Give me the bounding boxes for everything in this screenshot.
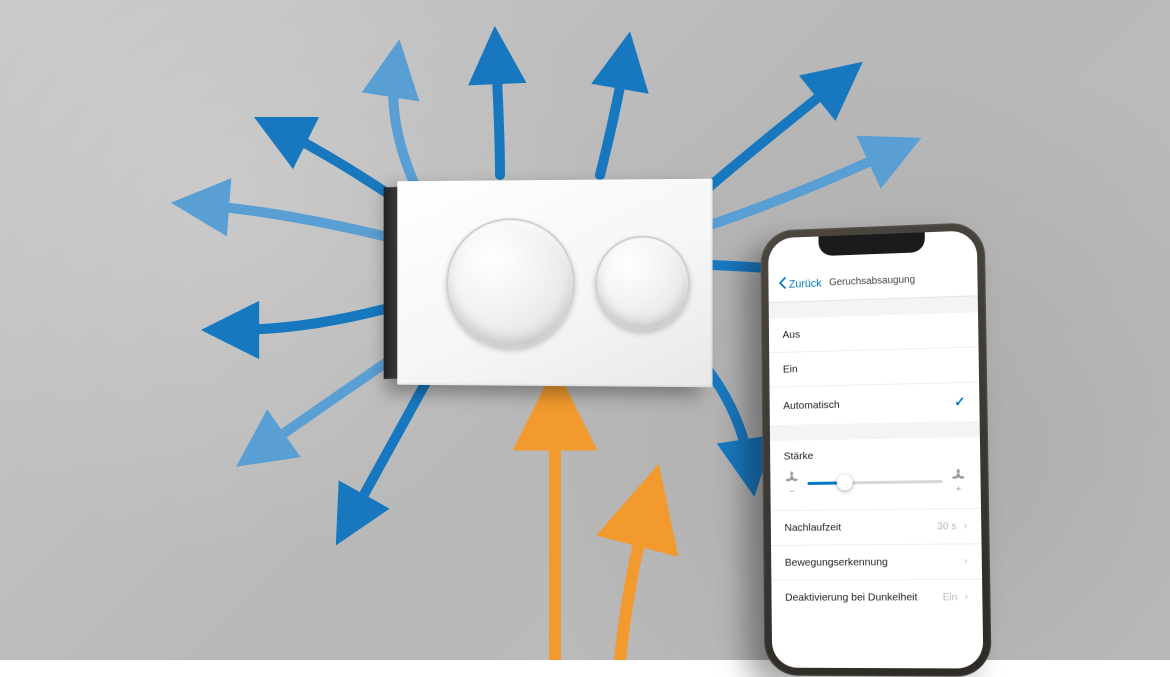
fan-plus-icon[interactable]: + — [950, 468, 967, 494]
chevron-right-icon: › — [964, 556, 968, 568]
mode-off-label: Aus — [782, 329, 800, 341]
mode-on-label: Ein — [783, 363, 798, 375]
flush-actuator-plate — [397, 179, 712, 388]
mode-option-on[interactable]: Ein — [769, 347, 979, 387]
darkness-label: Deaktivierung bei Dunkelheit — [785, 591, 917, 603]
back-label: Zurück — [789, 277, 822, 290]
mode-auto-label: Automatisch — [783, 399, 840, 412]
product-scene: Zurück Geruchsabsaugung Aus Ein Automati… — [0, 0, 1170, 660]
runout-time-row[interactable]: Nachlaufzeit 30 s › — [771, 509, 982, 546]
back-button[interactable]: Zurück — [778, 276, 822, 292]
motion-detection-row[interactable]: Bewegungserkennung › — [771, 544, 982, 581]
strength-slider[interactable] — [807, 480, 942, 485]
mode-section: Aus Ein Automatisch ✓ — [769, 312, 980, 425]
strength-row: Stärke − — [770, 437, 981, 511]
darkness-value: Ein — [943, 592, 958, 603]
slider-thumb[interactable] — [837, 474, 853, 490]
orange-arrows-group — [555, 408, 648, 660]
phone-screen: Zurück Geruchsabsaugung Aus Ein Automati… — [768, 230, 983, 668]
checkmark-icon: ✓ — [954, 394, 965, 410]
mode-option-off[interactable]: Aus — [769, 312, 979, 353]
runout-label: Nachlaufzeit — [784, 521, 841, 534]
mode-option-auto[interactable]: Automatisch ✓ — [770, 383, 980, 426]
chevron-right-icon: › — [964, 591, 968, 603]
strength-label: Stärke — [784, 447, 966, 462]
fan-minus-icon[interactable]: − — [784, 470, 800, 496]
phone-notch — [818, 232, 925, 256]
full-flush-button[interactable] — [446, 218, 575, 348]
chevron-right-icon: › — [963, 520, 967, 532]
settings-section: Stärke − — [770, 437, 983, 615]
chevron-left-icon — [778, 277, 786, 292]
runout-value: 30 s — [937, 521, 956, 532]
smartphone-mockup: Zurück Geruchsabsaugung Aus Ein Automati… — [760, 222, 991, 677]
darkness-deactivation-row[interactable]: Deaktivierung bei Dunkelheit Ein › — [771, 580, 982, 615]
nav-header: Zurück Geruchsabsaugung — [768, 260, 977, 303]
motion-label: Bewegungserkennung — [785, 556, 888, 569]
half-flush-button[interactable] — [595, 235, 690, 330]
